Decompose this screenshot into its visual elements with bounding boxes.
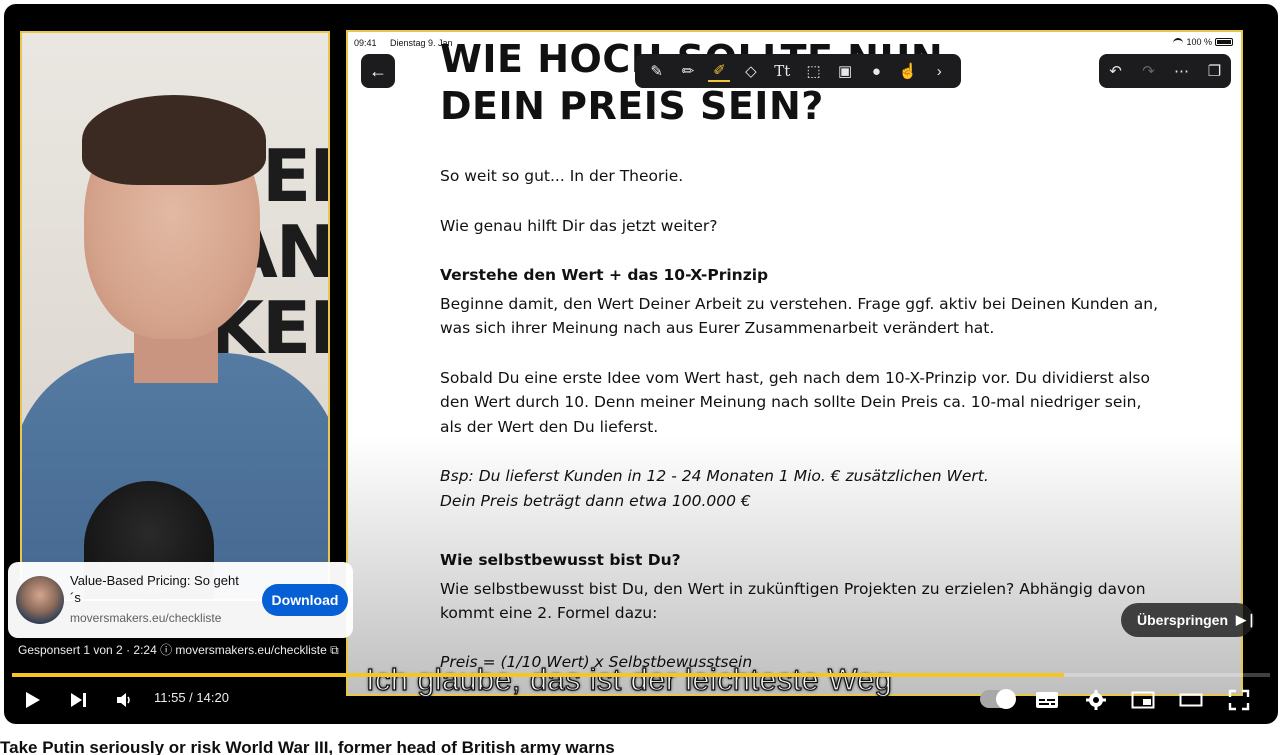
volume-icon[interactable] <box>112 688 136 712</box>
drawing-toolbar: ✎ ✏ ✐ ◇ Tt ⬚ ▣ ● ☝ › <box>635 54 961 88</box>
pencil-icon[interactable]: ✏ <box>677 60 699 82</box>
more-icon[interactable]: ⋯ <box>1171 60 1193 82</box>
highlighter-icon[interactable]: ✐ <box>708 60 731 82</box>
pages-icon[interactable]: ❐ <box>1204 60 1226 82</box>
miniplayer-icon[interactable] <box>1130 688 1156 712</box>
video-player[interactable]: VEI AN KEI 09:41 Dienstag 9. Jan 100 % W… <box>4 4 1278 724</box>
battery-percent: 100 % <box>1186 37 1212 47</box>
progress-played <box>12 673 1064 677</box>
intro-line-1: So weit so gut... In der Theorie. <box>440 167 684 185</box>
section-1-heading: Verstehe den Wert + das 10-X-Prinzip <box>440 266 769 284</box>
presenter-video: VEI AN KEI <box>20 31 330 601</box>
undo-icon[interactable]: ↶ <box>1105 60 1127 82</box>
section-1-text-2: Sobald Du eine erste Idee vom Wert hast,… <box>440 368 1150 436</box>
subtitles-icon[interactable] <box>1034 688 1060 712</box>
example-line-1: Bsp: Du lieferst Kunden in 12 - 24 Monat… <box>440 467 989 485</box>
presenter-hair <box>82 95 266 185</box>
skip-ad-label: Überspringen <box>1137 612 1229 628</box>
next-icon[interactable] <box>66 688 90 712</box>
section-1: Verstehe den Wert + das 10-X-Prinzip Beg… <box>440 263 1160 341</box>
pen-icon[interactable]: ✎ <box>646 60 668 82</box>
video-title[interactable]: Take Putin seriously or risk World War I… <box>0 738 615 755</box>
autoplay-toggle[interactable] <box>980 689 1016 709</box>
ad-download-button[interactable]: Download <box>262 584 348 616</box>
redo-icon[interactable]: ↷ <box>1138 60 1160 82</box>
status-bar-right: 100 % <box>1173 37 1233 47</box>
status-time: 09:41 <box>354 38 377 48</box>
advertiser-avatar <box>16 576 64 624</box>
back-arrow-icon[interactable]: ← <box>361 54 395 88</box>
settings-gear-icon[interactable] <box>1084 688 1108 712</box>
battery-icon <box>1215 38 1233 46</box>
text-icon[interactable]: Tt <box>771 60 793 82</box>
ad-url[interactable]: moversmakers.eu/checkliste <box>70 611 221 625</box>
action-toolbar: ↶ ↷ ⋯ ❐ <box>1099 54 1231 88</box>
section-2-text: Wie selbstbewusst bist Du, den Wert in z… <box>440 579 1146 623</box>
play-icon[interactable] <box>20 688 44 712</box>
section-1-text: Beginne damit, den Wert Deiner Arbeit zu… <box>440 294 1159 338</box>
example: Bsp: Du lieferst Kunden in 12 - 24 Monat… <box>440 464 1160 513</box>
theater-mode-icon[interactable] <box>1178 688 1204 712</box>
wifi-icon <box>1173 38 1184 46</box>
progress-bar[interactable] <box>12 673 1270 677</box>
skip-ad-button[interactable]: Überspringen ▶❘ <box>1121 603 1257 637</box>
image-icon[interactable]: ▣ <box>834 60 856 82</box>
example-line-2: Dein Preis beträgt dann etwa 100.000 € <box>440 491 751 510</box>
chevron-right-icon[interactable]: › <box>928 60 950 82</box>
ad-sponsor-info[interactable]: Gesponsert 1 von 2 · 2:24 ⓘ moversmakers… <box>18 641 339 658</box>
slide-body: So weit so gut... In der Theorie. Wie ge… <box>440 164 1160 694</box>
player-controls: 11:55 / 14:20 <box>4 680 1278 720</box>
ad-title[interactable]: Value-Based Pricing: So geht´s <box>70 572 245 606</box>
mic-icon[interactable]: ● <box>865 60 887 82</box>
skip-next-icon: ▶❘ <box>1236 612 1257 627</box>
ad-card[interactable]: Value-Based Pricing: So geht´s moversmak… <box>8 562 353 638</box>
section-2: Wie selbstbewusst bist Du? Wie selbstbew… <box>440 548 1160 626</box>
intro-line-2: Wie genau hilft Dir das jetzt weiter? <box>440 216 718 235</box>
eraser-icon[interactable]: ◇ <box>740 60 762 82</box>
time-display: 11:55 / 14:20 <box>154 690 229 705</box>
finger-icon[interactable]: ☝ <box>897 60 919 82</box>
section-2-heading: Wie selbstbewusst bist Du? <box>440 551 681 569</box>
fullscreen-icon[interactable] <box>1226 688 1252 712</box>
lasso-icon[interactable]: ⬚ <box>803 60 825 82</box>
slide-canvas: 09:41 Dienstag 9. Jan 100 % WIE HOCH SOL… <box>346 30 1243 696</box>
